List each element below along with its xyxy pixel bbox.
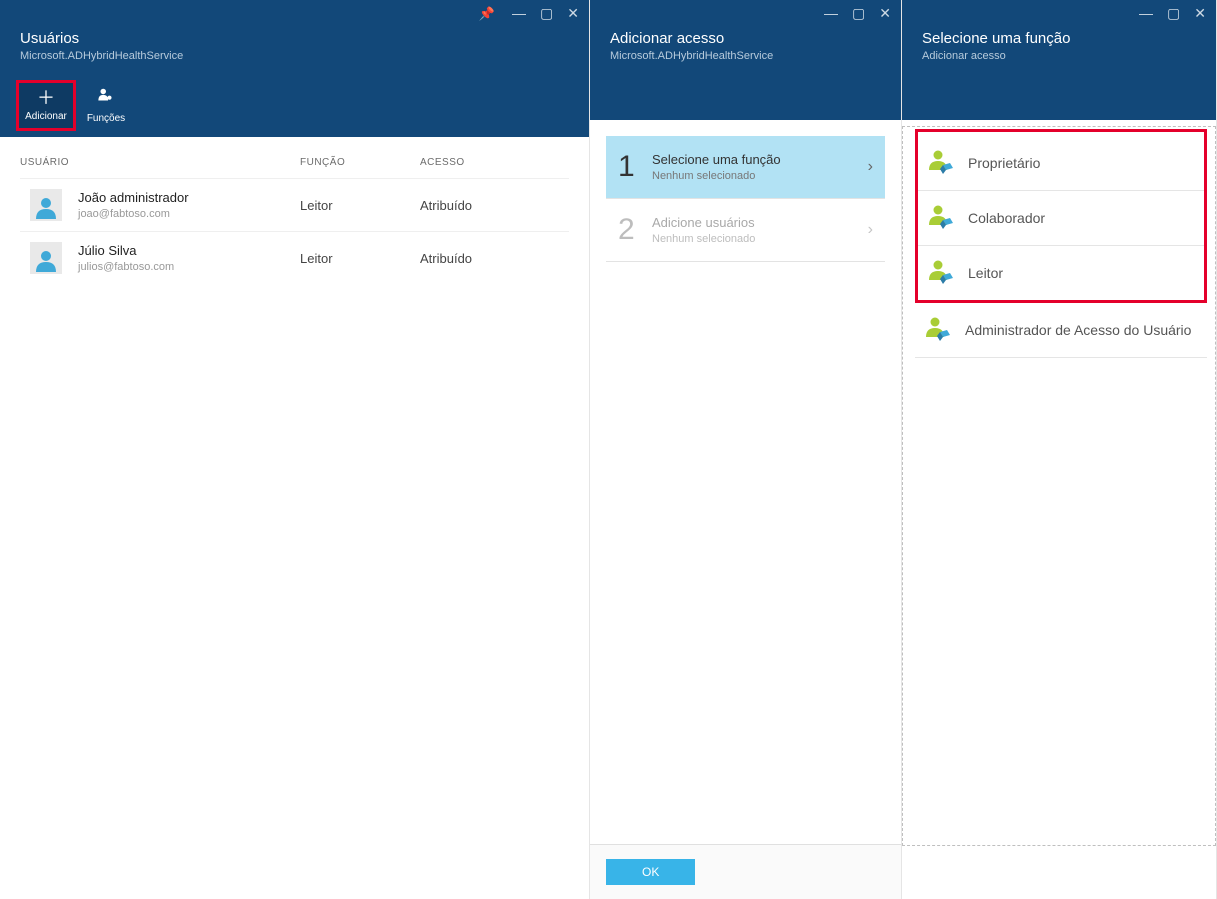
role-icon bbox=[926, 150, 956, 176]
chevron-right-icon: › bbox=[868, 221, 873, 239]
user-email: joao@fabtoso.com bbox=[78, 208, 189, 220]
users-table: USUÁRIO FUNÇÃO ACESSO João administrador… bbox=[0, 137, 589, 284]
role-cell: Leitor bbox=[300, 198, 420, 213]
chevron-right-icon: › bbox=[868, 158, 873, 176]
close-icon[interactable]: ✕ bbox=[567, 6, 579, 20]
ok-button[interactable]: OK bbox=[606, 859, 695, 885]
step-title: Selecione uma função bbox=[652, 152, 868, 167]
col-header-user: USUÁRIO bbox=[20, 157, 300, 168]
maximize-icon[interactable]: ▢ bbox=[852, 6, 865, 20]
step-subtitle: Nenhum selecionado bbox=[652, 233, 868, 245]
role-item-user-access-admin[interactable]: Administrador de Acesso do Usuário bbox=[915, 303, 1207, 358]
add-button[interactable]: ＋ Adicionar bbox=[16, 80, 76, 131]
role-icon bbox=[923, 317, 953, 343]
select-role-body: Proprietário Colaborador Leitor Administ… bbox=[902, 120, 1216, 899]
steps-area: 1 Selecione uma função Nenhum selecionad… bbox=[590, 120, 901, 262]
blade-title: Selecione uma função bbox=[922, 30, 1196, 47]
maximize-icon[interactable]: ▢ bbox=[540, 6, 553, 20]
roles-button-label: Funções bbox=[87, 113, 125, 124]
user-cell: João administrador joao@fabtoso.com bbox=[20, 189, 300, 221]
table-header-row: USUÁRIO FUNÇÃO ACESSO bbox=[20, 157, 569, 178]
blade-subtitle: Microsoft.ADHybridHealthService bbox=[20, 50, 569, 62]
roles-button[interactable]: Funções bbox=[76, 80, 136, 131]
user-email: julios@fabtoso.com bbox=[78, 261, 174, 273]
role-icon bbox=[926, 205, 956, 231]
role-label: Proprietário bbox=[968, 155, 1040, 171]
blade-subtitle: Microsoft.ADHybridHealthService bbox=[610, 50, 881, 62]
step-number: 2 bbox=[618, 213, 652, 247]
role-label: Leitor bbox=[968, 265, 1003, 281]
minimize-icon[interactable]: — bbox=[512, 6, 526, 20]
add-access-body: 1 Selecione uma função Nenhum selecionad… bbox=[590, 120, 901, 844]
col-header-role: FUNÇÃO bbox=[300, 157, 420, 168]
role-label: Colaborador bbox=[968, 210, 1045, 226]
role-item-contributor[interactable]: Colaborador bbox=[918, 191, 1204, 246]
toolbar: ＋ Adicionar Funções bbox=[0, 74, 589, 137]
users-blade: 📌 — ▢ ✕ Usuários Microsoft.ADHybridHealt… bbox=[0, 0, 590, 899]
step-texts: Selecione uma função Nenhum selecionado bbox=[652, 152, 868, 182]
minimize-icon[interactable]: — bbox=[824, 6, 838, 20]
pin-icon[interactable]: 📌 bbox=[479, 6, 495, 22]
window-controls: — ▢ ✕ bbox=[512, 6, 579, 20]
role-frame: Proprietário Colaborador Leitor Administ… bbox=[902, 126, 1216, 846]
access-cell: Atribuído bbox=[420, 251, 569, 266]
role-highlight-group: Proprietário Colaborador Leitor bbox=[915, 129, 1207, 303]
plus-icon: ＋ bbox=[37, 89, 55, 107]
window-controls: — ▢ ✕ bbox=[824, 6, 891, 20]
avatar bbox=[30, 242, 62, 274]
close-icon[interactable]: ✕ bbox=[1194, 6, 1206, 20]
blade-header: — ▢ ✕ Selecione uma função Adicionar ace… bbox=[902, 0, 1216, 120]
add-access-blade: — ▢ ✕ Adicionar acesso Microsoft.ADHybri… bbox=[590, 0, 902, 899]
roles-icon bbox=[97, 88, 115, 109]
blade-title: Usuários bbox=[20, 30, 569, 47]
users-body: USUÁRIO FUNÇÃO ACESSO João administrador… bbox=[0, 137, 589, 899]
maximize-icon[interactable]: ▢ bbox=[1167, 6, 1180, 20]
blade-title: Adicionar acesso bbox=[610, 30, 881, 47]
role-label: Administrador de Acesso do Usuário bbox=[965, 322, 1191, 338]
user-cell: Júlio Silva julios@fabtoso.com bbox=[20, 242, 300, 274]
user-name: Júlio Silva bbox=[78, 243, 174, 258]
step-subtitle: Nenhum selecionado bbox=[652, 170, 868, 182]
role-item-owner[interactable]: Proprietário bbox=[918, 136, 1204, 191]
access-cell: Atribuído bbox=[420, 198, 569, 213]
avatar bbox=[30, 189, 62, 221]
window-controls: — ▢ ✕ bbox=[1139, 6, 1206, 20]
table-row[interactable]: Júlio Silva julios@fabtoso.com Leitor At… bbox=[20, 231, 569, 284]
step-select-role[interactable]: 1 Selecione uma função Nenhum selecionad… bbox=[606, 136, 885, 199]
step-title: Adicione usuários bbox=[652, 215, 868, 230]
blade-header: 📌 — ▢ ✕ Usuários Microsoft.ADHybridHealt… bbox=[0, 0, 589, 137]
step-texts: Adicione usuários Nenhum selecionado bbox=[652, 215, 868, 245]
role-item-reader[interactable]: Leitor bbox=[918, 246, 1204, 300]
close-icon[interactable]: ✕ bbox=[879, 6, 891, 20]
add-button-label: Adicionar bbox=[25, 111, 67, 122]
step-add-users[interactable]: 2 Adicione usuários Nenhum selecionado › bbox=[606, 199, 885, 262]
col-header-access: ACESSO bbox=[420, 157, 569, 168]
user-name: João administrador bbox=[78, 190, 189, 205]
select-role-blade: — ▢ ✕ Selecione uma função Adicionar ace… bbox=[902, 0, 1217, 899]
role-cell: Leitor bbox=[300, 251, 420, 266]
step-number: 1 bbox=[618, 150, 652, 184]
minimize-icon[interactable]: — bbox=[1139, 6, 1153, 20]
blade-footer: OK bbox=[590, 844, 901, 899]
role-icon bbox=[926, 260, 956, 286]
table-row[interactable]: João administrador joao@fabtoso.com Leit… bbox=[20, 178, 569, 231]
blade-header: — ▢ ✕ Adicionar acesso Microsoft.ADHybri… bbox=[590, 0, 901, 120]
blade-subtitle: Adicionar acesso bbox=[922, 50, 1196, 62]
